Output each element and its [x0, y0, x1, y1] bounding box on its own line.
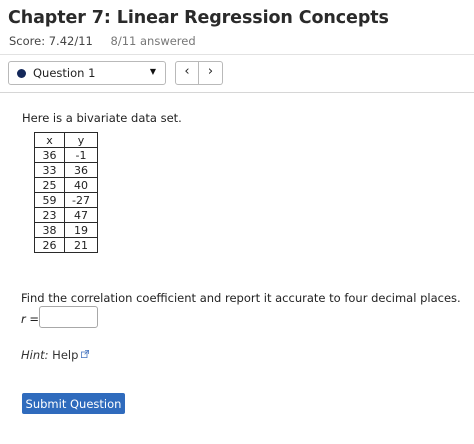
chevron-left-icon: ‹	[184, 64, 190, 79]
cell-y: -1	[64, 147, 98, 163]
submit-question-button[interactable]: Submit Question	[22, 393, 125, 414]
table-row: 38 19	[34, 222, 98, 238]
cell-y: 40	[64, 177, 98, 193]
cell-x: 38	[34, 222, 65, 238]
table-row: 33 36	[34, 162, 98, 178]
table-row: 26 21	[34, 237, 98, 253]
cell-x: 25	[34, 177, 65, 193]
chevron-right-icon: ›	[207, 64, 214, 79]
help-link-text: Help	[52, 348, 79, 362]
nav-divider	[0, 92, 474, 93]
header-x: x	[34, 132, 65, 148]
table-row: 59 -27	[34, 192, 98, 208]
cell-x: 23	[34, 207, 65, 223]
question-status-dot	[17, 69, 26, 78]
hint-label: Hint:	[21, 348, 49, 362]
score-text: Score: 7.42/11	[9, 34, 93, 48]
score-line: Score: 7.42/11 8/11 answered	[9, 34, 196, 48]
caret-down-icon: ▼	[149, 67, 156, 76]
hint-line: Hint: Help	[21, 348, 90, 362]
page-title: Chapter 7: Linear Regression Concepts	[8, 8, 389, 28]
answered-count: 8/11 answered	[110, 34, 196, 48]
cell-x: 59	[34, 192, 65, 208]
table-header-row: x y	[34, 132, 98, 148]
cell-y: 19	[64, 222, 98, 238]
answer-input[interactable]	[39, 306, 98, 328]
table-row: 25 40	[34, 177, 98, 193]
cell-y: 47	[64, 207, 98, 223]
cell-x: 36	[34, 147, 65, 163]
cell-x: 33	[34, 162, 65, 178]
question-text: Find the correlation coefficient and rep…	[21, 291, 461, 305]
table-row: 23 47	[34, 207, 98, 223]
header-y: y	[64, 132, 98, 148]
cell-y: 21	[64, 237, 98, 253]
help-link[interactable]: Help	[52, 348, 90, 362]
r-label: r =	[21, 312, 40, 326]
question-select[interactable]: Question 1 ▼	[8, 61, 166, 85]
external-link-icon	[81, 350, 90, 358]
header-divider	[0, 54, 474, 55]
cell-x: 26	[34, 237, 65, 253]
cell-y: 36	[64, 162, 98, 178]
next-question-button[interactable]: ›	[199, 61, 223, 85]
table-row: 36 -1	[34, 147, 98, 163]
question-select-label: Question 1	[33, 66, 96, 80]
cell-y: -27	[64, 192, 98, 208]
data-table: x y 36 -1 33 36 25 40 59 -27 23 47 38 19	[34, 132, 98, 253]
problem-intro: Here is a bivariate data set.	[22, 111, 182, 125]
previous-question-button[interactable]: ‹	[175, 61, 199, 85]
